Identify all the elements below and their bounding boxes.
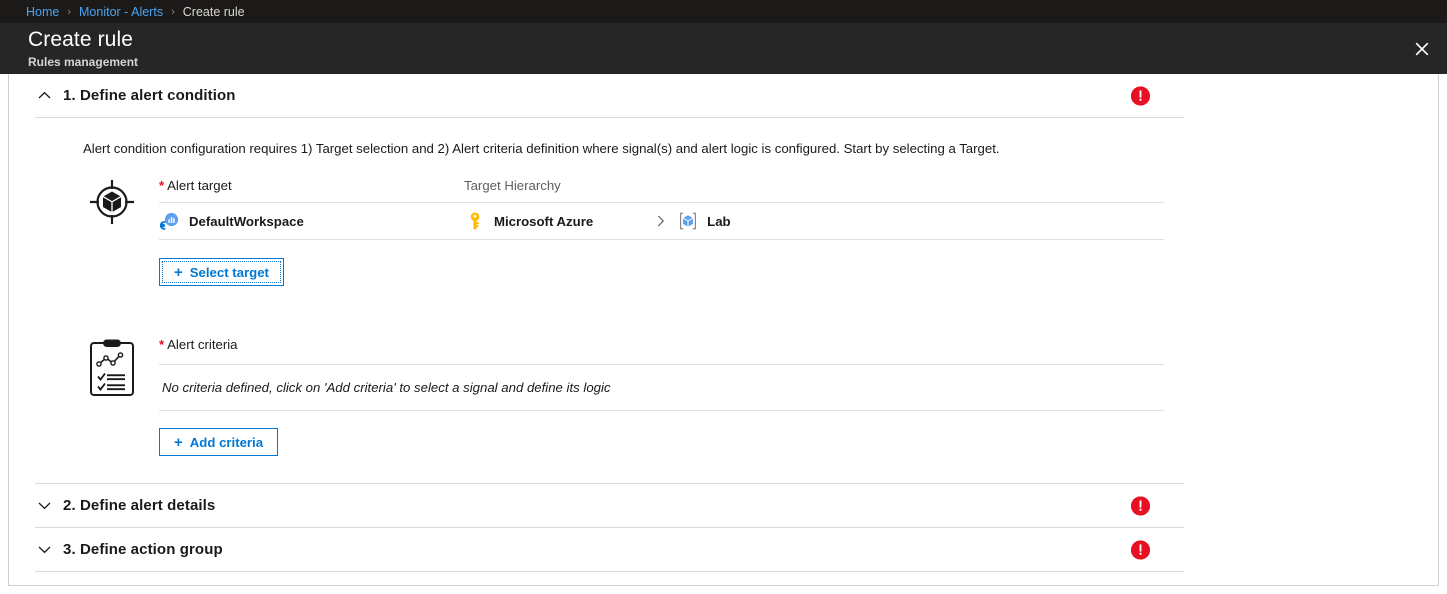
create-rule-blade: Home › Monitor - Alerts › Create rule Cr… <box>0 0 1447 594</box>
select-target-button-wrap: + Select target <box>159 258 1164 286</box>
target-hierarchy-resource-group: Lab <box>707 214 730 229</box>
select-target-button[interactable]: + Select target <box>159 258 284 286</box>
alert-target-resource: DefaultWorkspace <box>159 211 464 231</box>
status-badge-error <box>1131 540 1150 559</box>
breadcrumb-item-home[interactable]: Home <box>26 5 59 19</box>
chevron-up-icon <box>35 87 53 105</box>
target-hierarchy-tenant: Microsoft Azure <box>494 214 593 229</box>
add-criteria-button-label: Add criteria <box>190 435 263 450</box>
breadcrumb-item-create-rule: Create rule <box>183 5 245 19</box>
alert-criteria-box: *Alert criteria No criteria defined, cli… <box>159 336 1164 456</box>
log-analytics-workspace-icon <box>159 211 181 231</box>
close-button[interactable] <box>1405 32 1439 66</box>
page-subtitle: Rules management <box>28 54 1447 70</box>
blade-content: 1. Define alert condition Alert conditio… <box>8 74 1439 586</box>
required-marker: * <box>159 337 164 352</box>
target-hierarchy-label: Target Hierarchy <box>464 178 561 193</box>
section-title: 1. Define alert condition <box>63 87 236 104</box>
alert-criteria-label: *Alert criteria <box>159 336 1164 354</box>
breadcrumb-separator-icon: › <box>67 6 71 18</box>
section-bottom-spacer <box>35 456 1438 483</box>
alert-target-label-text: Alert target <box>167 178 232 193</box>
alert-target-resource-name: DefaultWorkspace <box>189 214 304 229</box>
chevron-right-icon <box>657 215 665 227</box>
close-icon <box>1415 42 1429 56</box>
section-header-define-alert-condition[interactable]: 1. Define alert condition <box>9 74 1438 117</box>
section-title: 2. Define alert details <box>63 497 215 514</box>
chevron-down-icon <box>35 497 53 515</box>
alert-target-table-header: *Alert target Target Hierarchy <box>159 178 1164 202</box>
table-row[interactable]: DefaultWorkspace <box>159 202 1164 240</box>
alert-criteria-empty-message: No criteria defined, click on 'Add crite… <box>159 364 1164 411</box>
block-spacer <box>35 286 1438 316</box>
page-title: Create rule <box>28 27 1447 53</box>
section-body-define-alert-condition: Alert condition configuration requires 1… <box>9 140 1438 483</box>
plus-icon: + <box>174 435 183 450</box>
add-criteria-button[interactable]: + Add criteria <box>159 428 278 456</box>
alert-criteria-block: *Alert criteria No criteria defined, cli… <box>35 336 1438 456</box>
key-icon <box>464 211 486 231</box>
status-badge-error <box>1131 496 1150 515</box>
chevron-down-icon <box>35 541 53 559</box>
section-header-define-action-group[interactable]: 3. Define action group <box>9 528 1438 571</box>
section-divider <box>35 117 1184 118</box>
plus-icon: + <box>174 265 183 280</box>
section-header-define-alert-details[interactable]: 2. Define alert details <box>9 484 1438 527</box>
clipboard-chart-checklist-icon <box>83 338 141 398</box>
alert-criteria-label-text: Alert criteria <box>167 337 237 352</box>
alert-target-table: *Alert target Target Hierarchy <box>159 178 1164 286</box>
breadcrumb-separator-icon: › <box>171 6 175 18</box>
section-title: 3. Define action group <box>63 541 223 558</box>
select-target-button-label: Select target <box>190 265 269 280</box>
section-description: Alert condition configuration requires 1… <box>83 140 1438 158</box>
section-divider <box>35 571 1184 572</box>
breadcrumb: Home › Monitor - Alerts › Create rule <box>0 0 1447 23</box>
resource-group-icon <box>677 211 699 231</box>
blade-header: Create rule Rules management <box>0 23 1447 74</box>
add-criteria-button-wrap: + Add criteria <box>159 428 1164 456</box>
breadcrumb-item-monitor-alerts[interactable]: Monitor - Alerts <box>79 5 163 19</box>
alert-target-block: *Alert target Target Hierarchy <box>35 178 1438 286</box>
target-crosshair-cube-icon <box>83 178 141 226</box>
status-badge-error <box>1131 86 1150 105</box>
required-marker: * <box>159 178 164 193</box>
target-hierarchy-value: Microsoft Azure <box>464 211 731 231</box>
alert-target-label: *Alert target <box>159 178 464 193</box>
